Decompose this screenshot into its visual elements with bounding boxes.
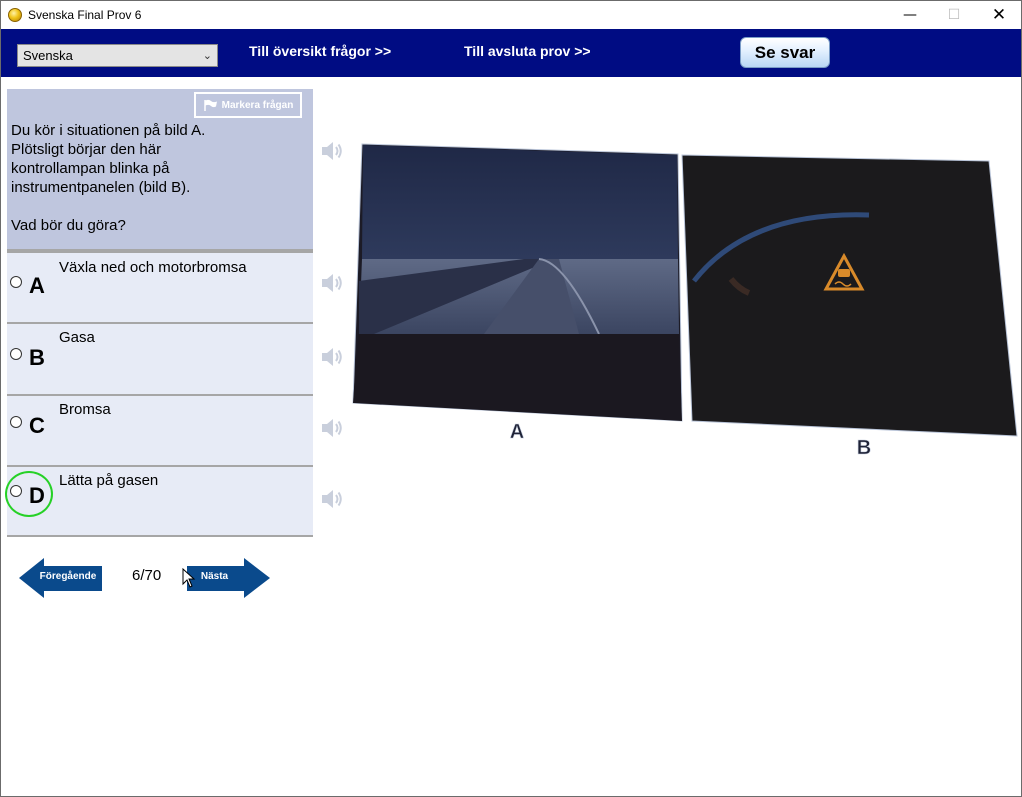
language-select[interactable]: Svenska ⌄ <box>17 44 218 67</box>
chevron-down-icon: ⌄ <box>202 49 212 62</box>
answer-radio-a[interactable] <box>10 276 22 288</box>
top-toolbar: Svenska ⌄ Till översikt frågor >> Till a… <box>1 29 1021 77</box>
answer-option-d[interactable]: D Lätta på gasen <box>5 467 313 537</box>
answer-radio-d[interactable] <box>10 485 22 497</box>
speaker-icon[interactable] <box>319 486 345 512</box>
mark-question-label: Markera frågan <box>221 99 294 111</box>
flag-icon <box>203 99 217 111</box>
finish-exam-link[interactable]: Till avsluta prov >> <box>464 43 591 59</box>
question-panel: Markera frågan Du kör i situationen på b… <box>7 89 313 249</box>
show-answer-button[interactable]: Se svar <box>740 37 830 68</box>
question-text: Du kör i situationen på bild A. Plötslig… <box>11 122 206 234</box>
picture-a <box>352 143 683 422</box>
overview-link[interactable]: Till översikt frågor >> <box>249 43 391 59</box>
question-image: A B <box>352 143 1018 459</box>
answer-text-a: Växla ned och motorbromsa <box>59 259 247 276</box>
answer-letter-c: C <box>29 413 45 438</box>
minimize-button[interactable]: — <box>887 1 933 29</box>
next-button[interactable]: Nästa <box>187 558 270 598</box>
answer-text-d: Lätta på gasen <box>59 472 159 489</box>
window-title: Svenska Final Prov 6 <box>28 8 142 22</box>
answer-text-c: Bromsa <box>59 401 111 418</box>
answer-letter-d: D <box>29 483 45 508</box>
answer-option-b[interactable]: B Gasa <box>7 324 313 396</box>
answer-letter-a: A <box>29 273 45 298</box>
answer-text-b: Gasa <box>59 329 95 346</box>
app-window: Svenska Final Prov 6 — ☐ ✕ Svenska ⌄ Til… <box>0 0 1022 797</box>
question-counter: 6/70 <box>132 567 162 584</box>
answer-option-a[interactable]: A Växla ned och motorbromsa <box>7 253 313 324</box>
mouse-pointer-icon <box>182 568 196 588</box>
maximize-button[interactable]: ☐ <box>931 1 977 29</box>
speaker-icon[interactable] <box>319 344 345 370</box>
speaker-icon[interactable] <box>319 138 345 164</box>
close-button[interactable]: ✕ <box>976 1 1021 29</box>
answer-option-c[interactable]: C Bromsa <box>7 396 313 467</box>
picture-a-label: A <box>510 421 524 443</box>
language-select-value: Svenska <box>23 48 73 63</box>
speaker-icon[interactable] <box>319 270 345 296</box>
mark-question-button[interactable]: Markera frågan <box>194 92 302 118</box>
title-bar: Svenska Final Prov 6 — ☐ ✕ <box>1 1 1021 29</box>
picture-b-label: B <box>857 437 871 459</box>
answer-radio-b[interactable] <box>10 348 22 360</box>
previous-button[interactable]: Föregående <box>19 558 102 598</box>
app-coin-icon <box>8 8 22 22</box>
previous-label: Föregående <box>39 571 97 582</box>
picture-b <box>681 154 1018 437</box>
answer-radio-c[interactable] <box>10 416 22 428</box>
answer-letter-b: B <box>29 345 45 370</box>
speaker-icon[interactable] <box>319 415 345 441</box>
